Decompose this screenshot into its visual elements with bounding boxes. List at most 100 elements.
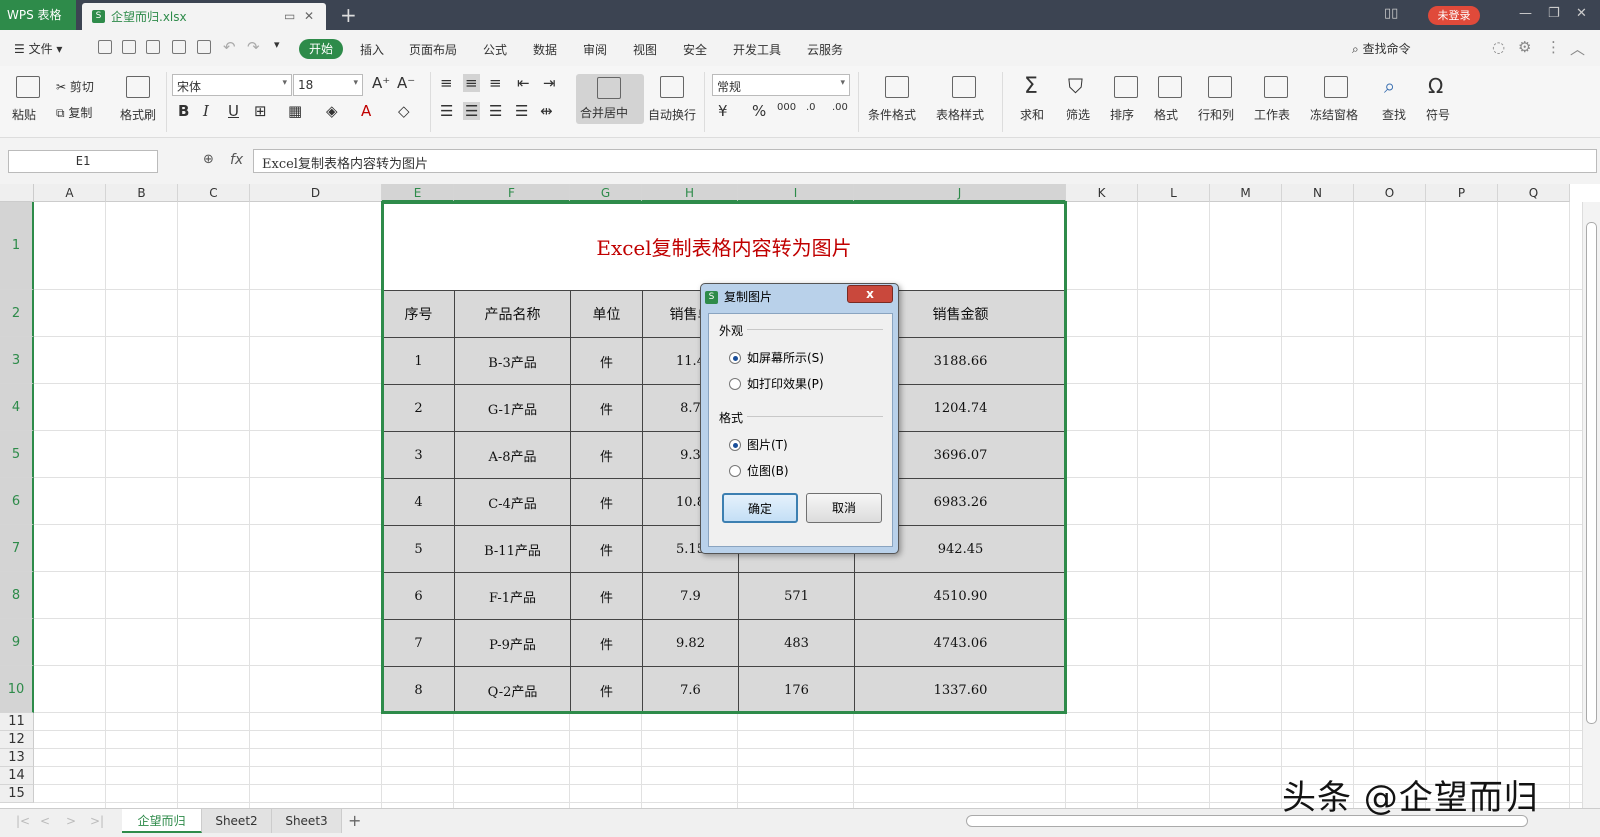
table-cell[interactable]: 7 [383,620,455,667]
table-cell[interactable]: 9.82 [643,620,739,667]
table-cell[interactable]: 5 [383,526,455,573]
conditional-format-button[interactable]: 条件格式 [868,106,916,123]
align-bottom-icon[interactable]: ≡ [489,74,502,92]
scrollbar-thumb[interactable] [1586,222,1597,724]
app-name[interactable]: WPS 表格 [0,0,76,30]
table-header-cell[interactable]: 单位 [571,291,643,338]
rows-cols-icon[interactable] [1208,76,1232,98]
freeze-panes-icon[interactable] [1324,76,1348,98]
wrap-text-icon[interactable] [660,76,684,98]
column-header-i[interactable]: I [738,184,854,202]
table-cell[interactable]: 1 [383,338,455,385]
prev-sheet-icon[interactable]: < [40,814,50,828]
find-icon[interactable]: ⌕ [1384,74,1395,98]
add-sheet-button[interactable]: + [348,811,361,830]
window-icon[interactable]: ▭ [284,9,295,23]
next-sheet-icon[interactable]: > [66,814,76,828]
ok-button[interactable]: 确定 [722,493,798,523]
tab-cloud[interactable]: 云服务 [807,41,843,58]
row-header-9[interactable]: 9 [0,619,34,666]
paste-button[interactable]: 粘贴 [12,106,36,123]
percent-icon[interactable]: % [752,102,766,120]
close-window-icon[interactable]: ✕ [1576,6,1587,21]
align-right-icon[interactable]: ☰ [489,102,502,120]
tab-insert[interactable]: 插入 [360,41,384,58]
sheet-tab-sheet2[interactable]: Sheet2 [202,809,272,833]
rows-cols-button[interactable]: 行和列 [1198,106,1234,123]
table-cell[interactable]: 件 [571,667,643,714]
bold-icon[interactable]: B [178,102,189,120]
sum-button[interactable]: 求和 [1020,106,1044,123]
row-header-2[interactable]: 2 [0,290,34,337]
multi-window-icon[interactable]: ▯▯ [1384,6,1398,21]
decrease-font-icon[interactable]: A⁻ [397,74,415,92]
align-middle-icon[interactable]: ≡ [463,74,480,92]
format-painter-button[interactable]: 格式刷 [120,106,156,123]
sort-icon[interactable] [1114,76,1138,98]
row-header-14[interactable]: 14 [0,767,34,785]
format-button[interactable]: 格式 [1154,106,1178,123]
row-header-10[interactable]: 10 [0,666,34,713]
table-cell[interactable]: P-9产品 [455,620,571,667]
column-header-b[interactable]: B [106,184,178,202]
indent-increase-icon[interactable]: ⇥ [543,74,556,92]
search-command[interactable]: ⌕ 查找命令 [1352,40,1411,57]
save-icon[interactable] [122,40,136,54]
table-cell[interactable]: 2 [383,385,455,432]
table-cell[interactable]: 4743.06 [855,620,1067,667]
italic-icon[interactable]: I [203,102,209,120]
tab-formulas[interactable]: 公式 [483,41,507,58]
worksheet-icon[interactable] [1264,76,1288,98]
omega-icon[interactable]: Ω [1428,74,1443,98]
format-icon[interactable] [1158,76,1182,98]
cancel-button[interactable]: 取消 [806,493,882,523]
select-all-corner[interactable] [0,184,34,202]
row-header-6[interactable]: 6 [0,478,34,525]
column-header-k[interactable]: K [1066,184,1138,202]
format-painter-icon[interactable] [126,76,150,98]
table-cell[interactable]: F-1产品 [455,573,571,620]
table-cell[interactable]: B-3产品 [455,338,571,385]
distribute-icon[interactable]: ⇹ [540,102,553,120]
row-header-8[interactable]: 8 [0,572,34,619]
table-cell[interactable]: B-11产品 [455,526,571,573]
row-header-11[interactable]: 11 [0,713,34,731]
justify-icon[interactable]: ☰ [515,102,528,120]
table-cell[interactable]: 件 [571,385,643,432]
table-cell[interactable]: 件 [571,338,643,385]
table-cell[interactable]: 件 [571,432,643,479]
table-cell[interactable]: 件 [571,526,643,573]
column-header-e[interactable]: E [382,184,454,202]
table-cell[interactable]: 571 [739,573,855,620]
indent-decrease-icon[interactable]: ⇤ [517,74,530,92]
print-icon[interactable] [172,40,186,54]
freeze-panes-button[interactable]: 冻结窗格 [1310,106,1358,123]
tab-data[interactable]: 数据 [533,41,557,58]
row-header-4[interactable]: 4 [0,384,34,431]
font-size-select[interactable]: 18 ▾ [293,74,363,96]
gear-icon[interactable]: ⚙ [1518,38,1531,56]
currency-icon[interactable]: ¥ [718,102,728,120]
table-cell[interactable]: 3 [383,432,455,479]
radio-as-shown-when-printed[interactable]: 如打印效果(P) [729,375,824,392]
font-name-select[interactable]: 宋体 ▾ [172,74,292,96]
column-header-p[interactable]: P [1426,184,1498,202]
table-cell[interactable]: 1337.60 [855,667,1067,714]
customize-icon[interactable]: ▾ [274,38,280,51]
increase-font-icon[interactable]: A⁺ [372,74,390,92]
number-format-select[interactable]: 常规 ▾ [712,74,850,96]
align-top-icon[interactable]: ≡ [440,74,453,92]
chat-icon[interactable]: ◌ [1492,38,1505,56]
column-header-a[interactable]: A [34,184,106,202]
tab-home[interactable]: 开始 [299,39,343,59]
document-tab[interactable]: S 企望而归.xlsx ▭ ✕ [82,3,326,30]
table-cell[interactable]: 4 [383,479,455,526]
column-header-q[interactable]: Q [1498,184,1570,202]
login-button[interactable]: 未登录 [1428,6,1480,25]
column-header-c[interactable]: C [178,184,250,202]
table-cell[interactable]: 176 [739,667,855,714]
column-header-m[interactable]: M [1210,184,1282,202]
column-header-o[interactable]: O [1354,184,1426,202]
decrease-decimal-icon[interactable]: .00 [832,102,848,113]
sheet-tab-sheet3[interactable]: Sheet3 [272,809,342,833]
